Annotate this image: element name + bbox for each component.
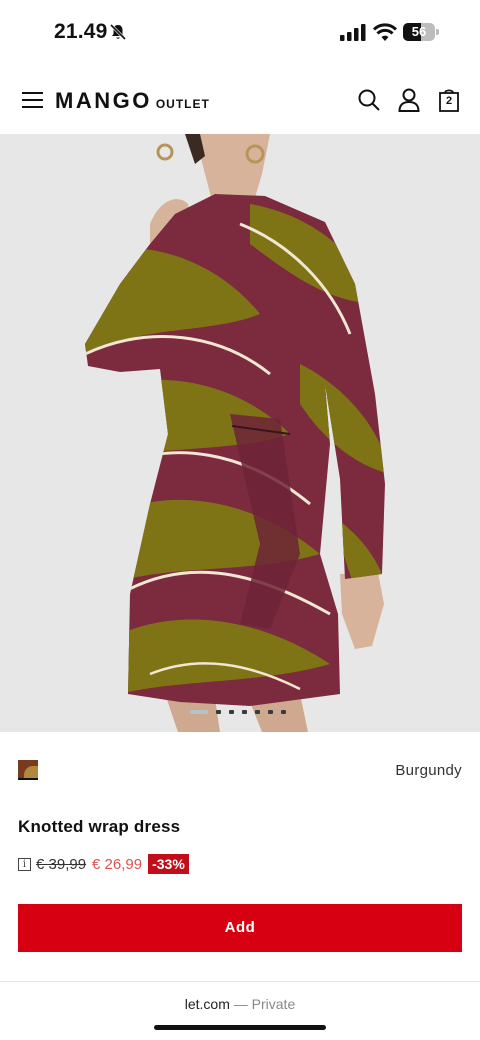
account-icon[interactable] [398, 88, 420, 112]
home-indicator[interactable] [154, 1025, 326, 1030]
browser-address-bar[interactable]: let.com — Private [0, 981, 480, 1040]
gallery-pagination[interactable] [190, 709, 294, 715]
bell-off-icon [109, 23, 127, 41]
gallery-dot[interactable] [190, 710, 208, 714]
url-separator: — [229, 996, 252, 1012]
gallery-dot[interactable] [268, 710, 273, 714]
gallery-dot[interactable] [242, 710, 247, 714]
bag-count: 2 [445, 95, 453, 107]
info-icon[interactable]: i [18, 857, 31, 871]
original-price: € 39,99 [36, 855, 87, 873]
battery-percent: 56 [411, 24, 427, 39]
search-icon[interactable] [358, 89, 380, 111]
logo-sub: OUTLET [155, 97, 210, 111]
menu-icon[interactable] [22, 92, 43, 108]
private-mode-label: Private [251, 996, 296, 1012]
add-to-bag-button[interactable]: Add [18, 904, 462, 952]
gallery-dot[interactable] [229, 710, 234, 714]
product-image-gallery[interactable] [0, 134, 480, 732]
gallery-dot[interactable] [281, 710, 286, 714]
discount-badge: -33% [148, 854, 189, 874]
selected-color-name: Burgundy [395, 762, 462, 779]
brand-logo[interactable]: MANGO OUTLET [55, 88, 210, 114]
url-domain: let.com [184, 996, 230, 1012]
status-time: 21.49 [54, 20, 108, 43]
gallery-dot[interactable] [255, 710, 260, 714]
site-header: MANGO OUTLET 2 [0, 64, 480, 134]
product-title: Knotted wrap dress [18, 817, 181, 836]
product-photo [0, 134, 480, 732]
color-swatch-burgundy[interactable] [18, 760, 38, 780]
logo-main: MANGO [55, 88, 152, 113]
status-bar: 21.49 56 [0, 0, 480, 64]
battery-icon: 56 [403, 23, 439, 41]
gallery-dot[interactable] [216, 710, 221, 714]
price-row: i € 39,99 € 26,99 -33% [18, 853, 189, 875]
wifi-icon [373, 23, 397, 41]
sale-price: € 26,99 [92, 855, 143, 873]
bag-icon[interactable]: 2 [438, 88, 460, 112]
signal-icon [340, 24, 366, 41]
url-display[interactable]: let.com — Private [0, 996, 480, 1012]
